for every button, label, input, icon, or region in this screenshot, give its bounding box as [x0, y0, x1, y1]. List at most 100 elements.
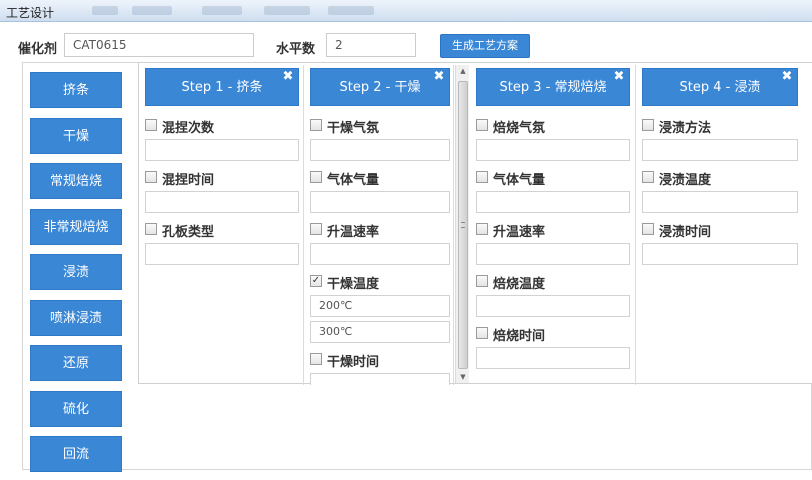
param-option[interactable]: 气体气量 — [476, 169, 630, 188]
param-value-input[interactable] — [476, 243, 630, 265]
grip-icon — [461, 222, 465, 228]
checkbox-icon[interactable] — [310, 171, 322, 183]
step-title: Step 1 - 挤条 — [181, 80, 263, 95]
checkbox-icon[interactable] — [476, 275, 488, 287]
step-column: Step 2 - 干燥 ✖ 干燥气氛气体气量升温速率 ✓ 干燥温度 200℃ 300℃ 干燥时… — [304, 65, 454, 385]
catalyst-label: 催化剂 — [18, 42, 58, 57]
param-value-input[interactable]: 300℃ — [310, 321, 450, 343]
param-option[interactable]: 干燥气氛 — [310, 117, 450, 136]
step2-scrollbar[interactable]: ▲ ▼ — [455, 65, 469, 383]
step-column: Step 4 - 浸渍 ✖ 浸渍方法浸渍温度浸渍时间 — [636, 65, 804, 385]
param-label: 混捏时间 — [162, 173, 215, 188]
param-option[interactable]: ✓ 干燥温度 — [310, 273, 450, 292]
step-menu-item[interactable]: 喷淋浸渍 — [30, 300, 122, 336]
param-option[interactable]: 混捏时间 — [145, 169, 299, 188]
window-titlebar: 工艺设计 — [0, 0, 812, 22]
param-label: 干燥气氛 — [327, 121, 380, 136]
param-value-input[interactable] — [145, 243, 299, 265]
menu-bar-item[interactable] — [264, 6, 310, 15]
step-header: Step 2 - 干燥 ✖ — [310, 68, 450, 106]
param-option[interactable]: 升温速率 — [476, 221, 630, 240]
menu-bar-item[interactable] — [202, 6, 242, 15]
param-label: 焙烧时间 — [493, 329, 546, 344]
param-value-input[interactable] — [642, 243, 798, 265]
close-icon[interactable]: ✖ — [780, 70, 794, 84]
checkbox-icon[interactable] — [145, 119, 157, 131]
close-icon[interactable]: ✖ — [432, 70, 446, 84]
step-column: Step 3 - 常规焙烧 ✖ 焙烧气氛气体气量升温速率焙烧温度焙烧时间 — [470, 65, 636, 385]
menu-bar-item[interactable] — [328, 6, 374, 15]
checkbox-icon[interactable] — [642, 171, 654, 183]
param-option[interactable]: 孔板类型 — [145, 221, 299, 240]
param-label: 浸渍时间 — [659, 225, 712, 240]
step-menu-item[interactable]: 硫化 — [30, 391, 122, 427]
param-value-input[interactable] — [476, 191, 630, 213]
param-label: 焙烧气氛 — [493, 121, 546, 136]
param-value-input[interactable] — [642, 191, 798, 213]
step-header: Step 3 - 常规焙烧 ✖ — [476, 68, 630, 106]
menu-bar-item[interactable] — [132, 6, 172, 15]
generate-plan-button[interactable]: 生成工艺方案 — [440, 34, 530, 58]
param-option[interactable]: 焙烧温度 — [476, 273, 630, 292]
step-menu-item[interactable]: 常规焙烧 — [30, 163, 122, 199]
step-column: Step 1 - 挤条 ✖ 混捏次数混捏时间孔板类型 — [139, 65, 304, 385]
step-header: Step 4 - 浸渍 ✖ — [642, 68, 798, 106]
levels-label: 水平数 — [276, 42, 316, 57]
checkbox-icon[interactable] — [310, 119, 322, 131]
checkbox-icon[interactable] — [145, 171, 157, 183]
param-option[interactable]: 焙烧气氛 — [476, 117, 630, 136]
param-value-input[interactable] — [642, 139, 798, 161]
param-value-input[interactable] — [310, 191, 450, 213]
param-value-input[interactable] — [476, 347, 630, 369]
checkbox-icon[interactable] — [310, 353, 322, 365]
param-value-input[interactable] — [145, 191, 299, 213]
step-title: Step 4 - 浸渍 — [679, 80, 761, 95]
param-option[interactable]: 浸渍温度 — [642, 169, 798, 188]
step-menu-item[interactable]: 干燥 — [30, 118, 122, 154]
param-value-input[interactable] — [310, 139, 450, 161]
param-value-input[interactable] — [476, 139, 630, 161]
param-label: 升温速率 — [493, 225, 546, 240]
param-value-input[interactable] — [476, 295, 630, 317]
scroll-down-icon[interactable]: ▼ — [456, 371, 470, 383]
param-option[interactable]: 混捏次数 — [145, 117, 299, 136]
levels-input[interactable] — [326, 33, 416, 57]
param-value-input[interactable] — [145, 139, 299, 161]
checkbox-icon[interactable] — [476, 327, 488, 339]
param-option[interactable]: 干燥时间 — [310, 351, 450, 370]
step-menu-item[interactable]: 非常规焙烧 — [30, 209, 122, 245]
close-icon[interactable]: ✖ — [612, 70, 626, 84]
menu-bar-item[interactable] — [92, 6, 118, 15]
scroll-thumb[interactable] — [458, 81, 468, 369]
checkbox-icon[interactable] — [476, 223, 488, 235]
catalyst-input[interactable] — [64, 33, 254, 57]
param-option[interactable]: 浸渍方法 — [642, 117, 798, 136]
param-option[interactable]: 气体气量 — [310, 169, 450, 188]
param-label: 干燥温度 — [327, 277, 380, 292]
step-menu-item[interactable]: 挤条 — [30, 72, 122, 108]
param-label: 干燥时间 — [327, 355, 380, 370]
step-menu-item[interactable]: 还原 — [30, 345, 122, 381]
param-option[interactable]: 浸渍时间 — [642, 221, 798, 240]
step-menu-item[interactable]: 浸渍 — [30, 254, 122, 290]
step-title: Step 3 - 常规焙烧 — [499, 80, 607, 95]
close-icon[interactable]: ✖ — [281, 70, 295, 84]
param-value-input[interactable] — [310, 243, 450, 265]
param-value-input[interactable]: 200℃ — [310, 295, 450, 317]
param-label: 气体气量 — [327, 173, 380, 188]
checkbox-icon[interactable] — [476, 119, 488, 131]
step-header: Step 1 - 挤条 ✖ — [145, 68, 299, 106]
checkbox-icon[interactable] — [642, 223, 654, 235]
param-option[interactable]: 焙烧时间 — [476, 325, 630, 344]
checkbox-icon[interactable]: ✓ — [310, 275, 322, 287]
scroll-up-icon[interactable]: ▲ — [456, 65, 470, 77]
param-option[interactable]: 升温速率 — [310, 221, 450, 240]
param-label: 焙烧温度 — [493, 277, 546, 292]
checkbox-icon[interactable] — [310, 223, 322, 235]
checkbox-icon[interactable] — [476, 171, 488, 183]
step-menu-item[interactable]: 回流 — [30, 436, 122, 472]
param-value-input[interactable] — [310, 373, 450, 385]
checkbox-icon[interactable] — [642, 119, 654, 131]
param-label: 升温速率 — [327, 225, 380, 240]
checkbox-icon[interactable] — [145, 223, 157, 235]
